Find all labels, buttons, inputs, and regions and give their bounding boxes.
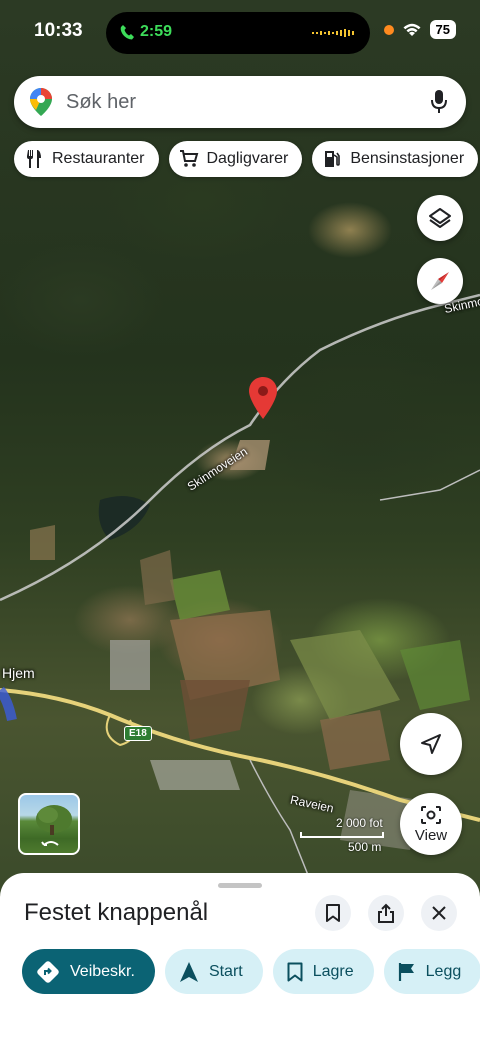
chip-gas-stations[interactable]: Bensinstasjoner (312, 141, 479, 177)
compass-icon (431, 272, 449, 290)
dropped-pin-icon[interactable] (249, 377, 277, 419)
status-bar: 10:33 2:59 75 (0, 0, 480, 64)
compass-button[interactable] (417, 258, 463, 304)
dynamic-island[interactable]: 2:59 (106, 12, 370, 54)
share-button[interactable] (368, 895, 404, 931)
save-label: Lagre (312, 962, 354, 980)
close-icon (432, 906, 446, 920)
call-duration: 2:59 (140, 23, 173, 40)
google-maps-logo-icon (30, 88, 52, 116)
street-view-preview (36, 805, 72, 846)
street-view-thumbnail[interactable] (18, 793, 80, 855)
chip-gas-stations-label: Bensinstasjoner (350, 150, 465, 167)
bookmark-icon (287, 962, 303, 981)
sheet-drag-handle[interactable] (218, 883, 262, 888)
microphone-icon[interactable] (430, 90, 448, 114)
search-bar[interactable]: Søk her (14, 76, 466, 128)
fork-knife-icon (27, 150, 41, 168)
scale-feet: 2 000 fot (336, 816, 383, 830)
phone-icon (120, 25, 134, 40)
bookmark-outline-icon (326, 904, 340, 922)
view-label: View (414, 826, 448, 844)
place-actions: Veibeskr. Start Lagre Legg (22, 949, 480, 994)
call-indicator: 2:59 (120, 23, 172, 41)
share-icon (378, 903, 394, 923)
camera-scan-icon (421, 805, 441, 824)
save-button[interactable]: Lagre (272, 949, 374, 994)
search-input[interactable]: Søk her (66, 91, 430, 114)
layers-icon (429, 208, 451, 228)
wifi-icon (403, 23, 421, 36)
category-chips: Restauranter Dagligvarer Bensinstasjoner (14, 141, 479, 177)
route-shield-e18: E18 (124, 726, 152, 741)
home-label[interactable]: Hjem (2, 665, 35, 681)
audio-waveform-icon (312, 29, 354, 37)
save-place-button[interactable] (315, 895, 351, 931)
scale-bar (300, 832, 384, 838)
directions-icon (37, 960, 59, 983)
chip-restaurants[interactable]: Restauranter (14, 141, 159, 177)
layers-button[interactable] (417, 195, 463, 241)
scale-meters: 500 m (348, 840, 382, 854)
map-scale: 2 000 fot 500 m (300, 816, 384, 854)
add-label-button[interactable]: Legg (383, 949, 480, 994)
view-button[interactable]: View (400, 793, 462, 855)
status-time: 10:33 (34, 20, 83, 41)
place-title: Festet knappenål (24, 899, 209, 926)
chip-groceries[interactable]: Dagligvarer (168, 141, 303, 177)
mic-in-use-icon (383, 24, 394, 35)
start-label: Start (208, 962, 243, 980)
shopping-cart-icon (179, 150, 198, 167)
my-location-button[interactable] (400, 713, 462, 775)
flag-icon (398, 962, 414, 981)
navigation-arrow-icon (179, 961, 198, 982)
location-arrow-icon (421, 734, 441, 754)
add-label-label: Legg (425, 962, 462, 980)
directions-button[interactable]: Veibeskr. (22, 949, 155, 994)
fuel-pump-icon (325, 151, 341, 167)
start-button[interactable]: Start (164, 949, 263, 994)
close-button[interactable] (421, 895, 457, 931)
directions-label: Veibeskr. (70, 962, 135, 980)
chip-restaurants-label: Restauranter (52, 150, 145, 167)
battery-indicator: 75 (429, 20, 456, 39)
place-bottom-sheet: Festet knappenål Veibeskr. Start Lagre L… (0, 873, 480, 1041)
chip-groceries-label: Dagligvarer (206, 150, 289, 167)
system-icons: 75 (383, 20, 456, 39)
